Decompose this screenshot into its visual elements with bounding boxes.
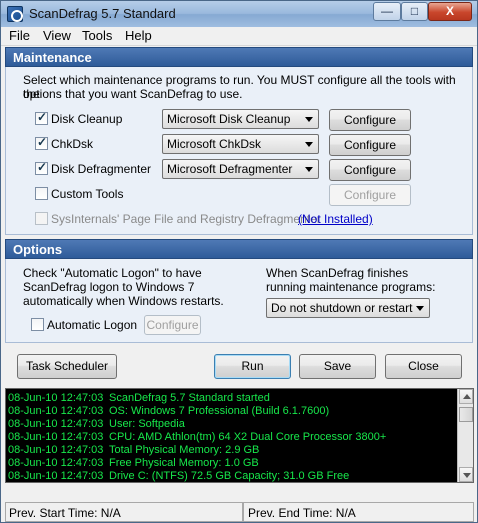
log-message: ScanDefrag 5.7 Standard started — [109, 392, 270, 404]
finish-action-select[interactable]: Do not shutdown or restart — [266, 298, 430, 318]
scroll-down-icon[interactable] — [459, 467, 473, 482]
log-message: OS: Windows 7 Professional (Build 6.1.76… — [109, 405, 330, 417]
options-panel: Check "Automatic Logon" to have ScanDefr… — [5, 259, 473, 343]
custom-tools-configure-button[interactable]: Configure — [329, 184, 411, 206]
menu-tools[interactable]: Tools — [82, 28, 112, 43]
log-line: 08-Jun-10 12:47:03 CPU: AMD Athlon(tm) 64… — [8, 431, 458, 444]
log-line: 08-Jun-10 12:47:03 Total Physical Memory:… — [8, 444, 458, 457]
log-time: 08-Jun-10 12:47:03 — [8, 431, 104, 443]
log-time: 08-Jun-10 12:47:03 — [8, 392, 104, 404]
maintenance-panel: Select which maintenance programs to run… — [5, 67, 473, 235]
chkdsk-checkbox[interactable] — [35, 135, 48, 150]
log-time: 08-Jun-10 12:47:03 — [8, 405, 104, 417]
menu-bar: File View Tools Help — [1, 27, 477, 46]
scandefrag-window: ScanDefrag 5.7 Standard — □ X File View … — [0, 0, 478, 523]
window-title: ScanDefrag 5.7 Standard — [29, 6, 176, 21]
chkdsk-label[interactable]: ChkDsk — [51, 137, 93, 151]
disk-defragmenter-program-select[interactable]: Microsoft Defragmenter — [162, 159, 319, 179]
task-scheduler-button[interactable]: Task Scheduler — [17, 354, 117, 379]
menu-help[interactable]: Help — [125, 28, 152, 43]
log-line: 08-Jun-10 12:47:03 ScanDefrag 5.7 Standar… — [8, 392, 458, 405]
chkdsk-configure-button[interactable]: Configure — [329, 134, 411, 156]
log-scrollbar[interactable] — [457, 389, 473, 482]
finish-action-help-line1: When ScanDefrag finishes — [266, 266, 409, 280]
disk-cleanup-checkbox[interactable] — [35, 110, 48, 125]
finish-action-value: Do not shutdown or restart — [271, 301, 413, 315]
log-message: Drive C: (NTFS) 72.5 GB Capacity; 31.0 G… — [109, 470, 350, 482]
custom-tools-label[interactable]: Custom Tools — [51, 187, 123, 201]
disk-cleanup-program-select[interactable]: Microsoft Disk Cleanup — [162, 109, 319, 129]
disk-defragmenter-label[interactable]: Disk Defragmenter — [51, 162, 151, 176]
app-icon — [7, 6, 23, 22]
log-time: 08-Jun-10 12:47:03 — [8, 418, 104, 430]
title-bar[interactable]: ScanDefrag 5.7 Standard — □ X — [1, 1, 477, 27]
save-button[interactable]: Save — [299, 354, 376, 379]
activity-log[interactable]: 08-Jun-10 12:47:03 ScanDefrag 5.7 Standar… — [5, 388, 474, 483]
automatic-logon-help-line1: Check "Automatic Logon" to have — [23, 266, 202, 280]
minimize-button[interactable]: — — [373, 2, 401, 21]
close-button[interactable]: Close — [385, 354, 462, 379]
automatic-logon-help-line2: ScanDefrag logon to Windows 7 — [23, 280, 195, 294]
chevron-down-icon — [416, 306, 424, 311]
menu-file[interactable]: File — [9, 28, 30, 43]
options-header: Options — [5, 239, 473, 259]
log-line: 08-Jun-10 12:47:03 User: Softpedia — [8, 418, 458, 431]
automatic-logon-label[interactable]: Automatic Logon — [47, 318, 137, 332]
chevron-down-icon — [305, 117, 313, 122]
custom-tools-checkbox[interactable] — [35, 187, 48, 200]
maintenance-header: Maintenance — [5, 47, 473, 67]
log-message: CPU: AMD Athlon(tm) 64 X2 Dual Core Proc… — [109, 431, 387, 443]
disk-defragmenter-checkbox[interactable] — [35, 160, 48, 175]
run-button[interactable]: Run — [214, 354, 291, 379]
log-time: 08-Jun-10 12:47:03 — [8, 457, 104, 469]
log-message: Total Physical Memory: 2.9 GB — [109, 444, 260, 456]
automatic-logon-configure-button[interactable]: Configure — [144, 315, 201, 335]
chevron-down-icon — [305, 167, 313, 172]
log-line: 08-Jun-10 12:47:03 OS: Windows 7 Professi… — [8, 405, 458, 418]
disk-defragmenter-configure-button[interactable]: Configure — [329, 159, 411, 181]
disk-cleanup-label[interactable]: Disk Cleanup — [51, 112, 122, 126]
automatic-logon-help-line3: automatically when Windows restarts. — [23, 294, 224, 308]
log-line: 08-Jun-10 12:47:03 Free Physical Memory: … — [8, 457, 458, 470]
log-line: 08-Jun-10 12:47:03 Drive C: (NTFS) 72.5 G… — [8, 470, 458, 482]
log-message: Free Physical Memory: 1.0 GB — [109, 457, 259, 469]
scroll-thumb[interactable] — [459, 407, 473, 422]
close-window-button[interactable]: X — [428, 2, 472, 21]
maintenance-description-line2: options that you want ScanDefrag to use. — [23, 87, 243, 101]
automatic-logon-checkbox[interactable] — [31, 318, 44, 331]
log-time: 08-Jun-10 12:47:03 — [8, 444, 104, 456]
scroll-up-icon[interactable] — [459, 389, 473, 404]
disk-cleanup-configure-button[interactable]: Configure — [329, 109, 411, 131]
status-bar: Prev. Start Time: N/A Prev. End Time: N/… — [5, 502, 474, 522]
menu-view[interactable]: View — [43, 28, 71, 43]
not-installed-link[interactable]: (Not Installed) — [298, 212, 373, 226]
chkdsk-program-value: Microsoft ChkDsk — [167, 137, 262, 151]
sysinternals-label: SysInternals' Page File and Registry Def… — [51, 212, 321, 226]
log-message: User: Softpedia — [109, 418, 185, 430]
log-time: 08-Jun-10 12:47:03 — [8, 470, 104, 482]
disk-cleanup-program-value: Microsoft Disk Cleanup — [167, 112, 291, 126]
disk-defragmenter-program-value: Microsoft Defragmenter — [167, 162, 293, 176]
finish-action-help-line2: running maintenance programs: — [266, 280, 436, 294]
log-lines: 08-Jun-10 12:47:03 ScanDefrag 5.7 Standar… — [8, 392, 458, 482]
maximize-button[interactable]: □ — [401, 2, 428, 21]
prev-end-time: Prev. End Time: N/A — [243, 502, 474, 522]
chkdsk-program-select[interactable]: Microsoft ChkDsk — [162, 134, 319, 154]
chevron-down-icon — [305, 142, 313, 147]
sysinternals-checkbox[interactable] — [35, 212, 48, 225]
prev-start-time: Prev. Start Time: N/A — [5, 502, 243, 522]
